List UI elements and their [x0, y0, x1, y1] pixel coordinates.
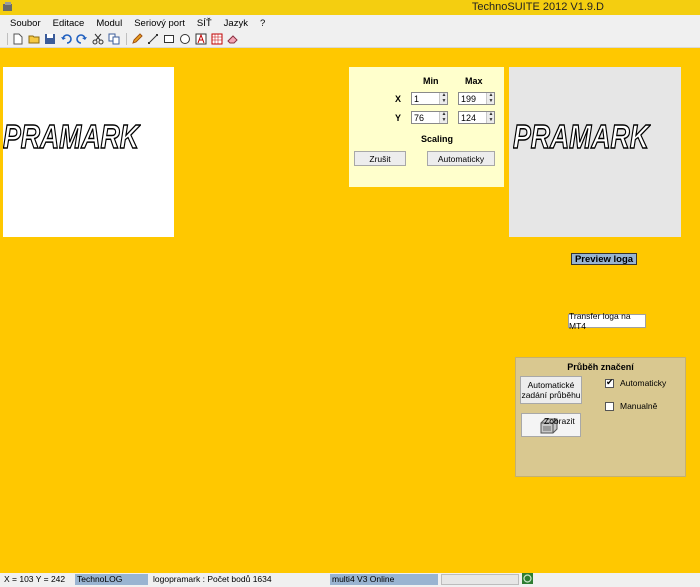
x-min-value: 1 [414, 94, 420, 104]
manual-checkbox-label: Manualně [620, 401, 658, 411]
module-status: TechnoLOG [75, 574, 148, 585]
show-label: Zobrazit [544, 416, 575, 426]
cursor-coordinates: X = 103 Y = 242 [4, 574, 66, 584]
pencil-icon[interactable] [130, 32, 144, 46]
status-bar: X = 103 Y = 242 TechnoLOG logopramark : … [0, 573, 700, 587]
x-label: X [395, 94, 402, 104]
pramark-logo-preview: PRAMARK [513, 119, 651, 153]
line-icon[interactable] [146, 32, 160, 46]
menu-soubor[interactable]: Soubor [4, 18, 47, 29]
manual-checkbox[interactable] [605, 401, 614, 411]
copy-icon[interactable] [107, 32, 121, 46]
x-min-stepper[interactable]: 1 ▲ ▼ [411, 92, 448, 105]
auto-checkbox[interactable] [605, 377, 614, 388]
menu-modul[interactable]: Modul [90, 18, 128, 29]
grid-icon[interactable] [210, 32, 224, 46]
logo-preview-text: PRAMARK [513, 119, 651, 153]
scaling-panel: Min Max X Y 1 ▲ ▼ 199 ▲ ▼ 76 ▲ ▼ 124 ▲ ▼ Sca… [349, 67, 504, 187]
menu-bar: Soubor Editace Modul Seriový port SÍŤ Ja… [0, 15, 700, 31]
auto-progress-line2: zadání průběhu [521, 390, 581, 400]
scaling-label: Scaling [421, 134, 454, 144]
transfer-logo-button[interactable]: Transfer loga na MT4 [568, 311, 646, 331]
auto-progress-button[interactable]: Automatické zadání průběhu [520, 376, 582, 404]
cancel-button[interactable]: Zrušit [354, 151, 406, 166]
connection-status: multi4 V3 Online [330, 574, 438, 585]
menu-jazyk[interactable]: Jazyk [218, 18, 254, 29]
menu-sit[interactable]: SÍŤ [191, 18, 218, 29]
window-title: TechnoSUITE 2012 V1.9.D [471, 1, 604, 13]
auto-progress-line1: Automatické [527, 380, 575, 390]
ellipse-icon[interactable] [178, 32, 192, 46]
manual-checkbox-row[interactable]: Manualně [605, 401, 657, 411]
spin-down-icon[interactable]: ▼ [440, 117, 448, 124]
y-max-value: 124 [461, 113, 477, 123]
open-folder-icon[interactable] [27, 32, 41, 46]
spin-down-icon[interactable]: ▼ [440, 98, 448, 105]
new-file-icon[interactable] [11, 32, 25, 46]
marking-progress-panel: Průběh značení Automatické zadání průběh… [515, 357, 686, 477]
logo-info: logopramark : Počet bodů 1634 [153, 574, 272, 584]
progress-title: Průběh značení [567, 362, 634, 372]
y-max-stepper[interactable]: 124 ▲ ▼ [458, 111, 495, 124]
redo-icon[interactable] [75, 32, 89, 46]
min-header: Min [423, 76, 439, 86]
preview-logo-button[interactable]: Preview loga [571, 253, 637, 265]
toolbar-separator [126, 33, 127, 45]
spin-down-icon[interactable]: ▼ [487, 98, 495, 105]
text-icon[interactable] [194, 32, 208, 46]
rectangle-icon[interactable] [162, 32, 176, 46]
progress-bar [441, 574, 519, 585]
auto-scale-button[interactable]: Automaticky [427, 151, 495, 166]
title-bar: TechnoSUITE 2012 V1.9.D [0, 0, 700, 15]
max-header: Max [465, 76, 483, 86]
undo-icon[interactable] [59, 32, 73, 46]
cut-icon[interactable] [91, 32, 105, 46]
edit-canvas[interactable]: PRAMARK [3, 67, 174, 237]
y-min-value: 76 [414, 113, 425, 123]
menu-help[interactable]: ? [254, 18, 271, 29]
menu-seriovy-port[interactable]: Seriový port [128, 18, 191, 29]
show-button[interactable]: Zobrazit [521, 413, 581, 437]
eraser-icon[interactable] [226, 32, 240, 46]
save-icon[interactable] [43, 32, 57, 46]
toolbar [0, 31, 700, 48]
x-max-value: 199 [461, 94, 477, 104]
x-max-stepper[interactable]: 199 ▲ ▼ [458, 92, 495, 105]
pramark-logo: PRAMARK [3, 119, 141, 153]
y-min-stepper[interactable]: 76 ▲ ▼ [411, 111, 448, 124]
menu-editace[interactable]: Editace [47, 18, 91, 29]
auto-checkbox-label: Automaticky [620, 378, 667, 388]
toolbar-grip [7, 33, 8, 45]
preview-panel: PRAMARK [509, 67, 681, 237]
connection-icon [522, 573, 533, 584]
y-label: Y [395, 113, 402, 123]
logo-text: PRAMARK [3, 119, 141, 153]
auto-checkbox-row[interactable]: Automaticky [605, 377, 667, 388]
spin-down-icon[interactable]: ▼ [487, 117, 495, 124]
